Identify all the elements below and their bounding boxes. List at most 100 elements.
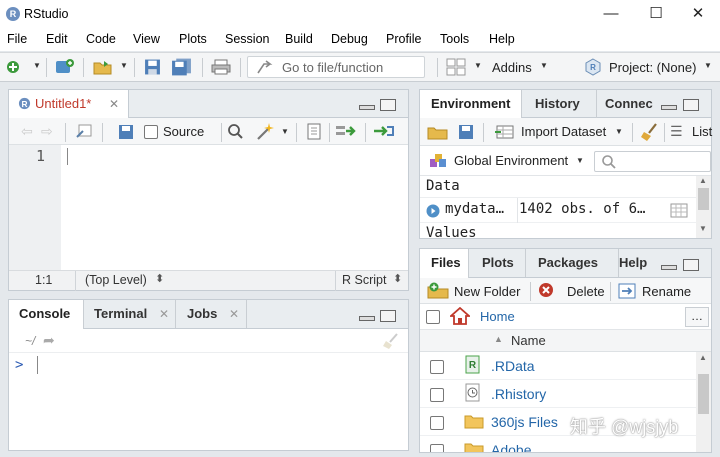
grid-layout-icon[interactable] [446,58,466,76]
save-icon[interactable] [144,58,161,76]
delete-icon[interactable] [538,282,554,298]
scroll-down-icon[interactable]: ▼ [699,224,707,233]
rename-icon[interactable] [618,283,636,299]
open-file-dropdown-icon[interactable]: ▼ [120,61,128,70]
import-dataset-button[interactable]: Import Dataset [521,124,606,139]
print-icon[interactable] [211,58,231,76]
console-output[interactable]: > [9,353,408,450]
environment-scrollbar[interactable]: ▲ ▼ [696,176,711,238]
project-dropdown-icon[interactable]: ▼ [704,61,712,70]
sort-ascending-icon[interactable]: ▲ [494,334,503,344]
menu-profile[interactable]: Profile [386,32,421,46]
close-tab-icon[interactable]: ✕ [229,300,239,328]
menu-edit[interactable]: Edit [46,32,68,46]
code-tools-wand-icon[interactable] [255,122,275,141]
tab-console[interactable]: Console [9,300,84,329]
tab-jobs[interactable]: Jobs ✕ [176,300,247,328]
show-in-window-icon[interactable] [75,123,93,140]
file-row[interactable]: R .RData [420,352,696,380]
tab-history[interactable]: History [522,90,597,118]
environment-search-input[interactable] [594,151,711,172]
menu-code[interactable]: Code [86,32,116,46]
import-dropdown-icon[interactable]: ▼ [615,127,623,136]
file-row[interactable]: .Rhistory [420,380,696,408]
menu-build[interactable]: Build [285,32,313,46]
file-row-checkbox[interactable] [430,388,444,402]
tab-plots[interactable]: Plots [469,249,526,277]
file-name[interactable]: .RData [491,358,535,374]
more-path-button[interactable]: … [685,307,709,327]
back-arrow-icon[interactable]: ⇦ [21,123,33,140]
maximize-pane-icon[interactable] [380,310,396,322]
scope-updown-icon[interactable]: ⬍ [155,272,164,285]
close-tab-icon[interactable]: ✕ [159,300,169,328]
expand-row-icon[interactable] [426,204,440,218]
breadcrumb-home[interactable]: Home [480,309,515,324]
environment-row[interactable]: mydata… 1402 obs. of 6… [420,198,696,223]
goto-directory-arrow-icon[interactable]: ➦ [43,332,55,349]
source-on-save-checkbox[interactable] [144,125,158,139]
new-file-icon[interactable] [5,58,21,76]
open-file-icon[interactable] [92,58,114,76]
compile-report-icon[interactable] [306,123,322,140]
run-lines-icon[interactable] [335,124,357,138]
import-dataset-icon[interactable] [494,124,516,140]
editor-tab-untitled1[interactable]: R Untitled1* ✕ [9,90,129,118]
filetype-selector[interactable]: R Script [342,273,386,287]
select-all-checkbox[interactable] [426,310,440,324]
maximize-pane-icon[interactable] [380,99,396,111]
scroll-up-icon[interactable]: ▲ [699,353,707,362]
tab-files[interactable]: Files [420,249,469,278]
scroll-thumb[interactable] [698,188,709,210]
file-name[interactable]: 360js Files [491,414,558,430]
tab-connections[interactable]: Connec [597,90,657,118]
menu-plots[interactable]: Plots [179,32,207,46]
file-name[interactable]: Adobe [491,442,531,452]
code-tools-dropdown-icon[interactable]: ▼ [281,127,289,136]
save-workspace-icon[interactable] [458,124,474,140]
clear-console-broom-icon[interactable] [382,332,400,350]
search-icon[interactable] [227,123,244,140]
menu-help[interactable]: Help [489,32,515,46]
addins-dropdown-icon[interactable]: ▼ [540,61,548,70]
tab-packages[interactable]: Packages [526,249,619,277]
scroll-up-icon[interactable]: ▲ [699,176,707,185]
home-icon[interactable] [450,307,470,325]
save-icon[interactable] [118,124,134,140]
maximize-button[interactable]: ☐ [636,3,676,25]
file-row-checkbox[interactable] [430,360,444,374]
project-menu[interactable]: Project: (None) [609,60,696,75]
files-scrollbar[interactable]: ▲ [696,352,711,452]
close-tab-icon[interactable]: ✕ [109,90,119,118]
grid-dropdown-icon[interactable]: ▼ [474,61,482,70]
menu-session[interactable]: Session [225,32,269,46]
menu-file[interactable]: File [7,32,27,46]
maximize-pane-icon[interactable] [683,259,699,271]
scroll-thumb[interactable] [698,374,709,414]
scope-selector[interactable]: (Top Level) [85,273,147,287]
tab-terminal[interactable]: Terminal ✕ [84,300,176,328]
clear-workspace-broom-icon[interactable] [640,122,660,142]
new-folder-button[interactable]: New Folder [454,284,520,299]
minimize-pane-icon[interactable] [661,265,677,270]
minimize-button[interactable]: — [591,3,631,25]
menu-tools[interactable]: Tools [440,32,469,46]
column-name[interactable]: Name [511,333,546,348]
file-row-checkbox[interactable] [430,444,444,452]
close-button[interactable]: ✕ [678,3,718,25]
code-editor-area[interactable] [61,145,408,270]
new-project-icon[interactable] [54,58,76,76]
file-row-checkbox[interactable] [430,416,444,430]
load-workspace-icon[interactable] [427,124,449,140]
save-all-icon[interactable] [171,58,192,76]
scope-dropdown-icon[interactable]: ▼ [576,156,584,165]
minimize-pane-icon[interactable] [359,316,375,321]
addins-menu[interactable]: Addins [492,60,532,75]
goto-file-function-input[interactable]: Go to file/function [247,56,425,78]
tab-help[interactable]: Help [619,249,659,277]
menu-debug[interactable]: Debug [331,32,368,46]
environment-scope-selector[interactable]: Global Environment [454,153,568,168]
list-view-label[interactable]: List [692,124,712,139]
minimize-pane-icon[interactable] [359,105,375,110]
rename-button[interactable]: Rename [642,284,691,299]
